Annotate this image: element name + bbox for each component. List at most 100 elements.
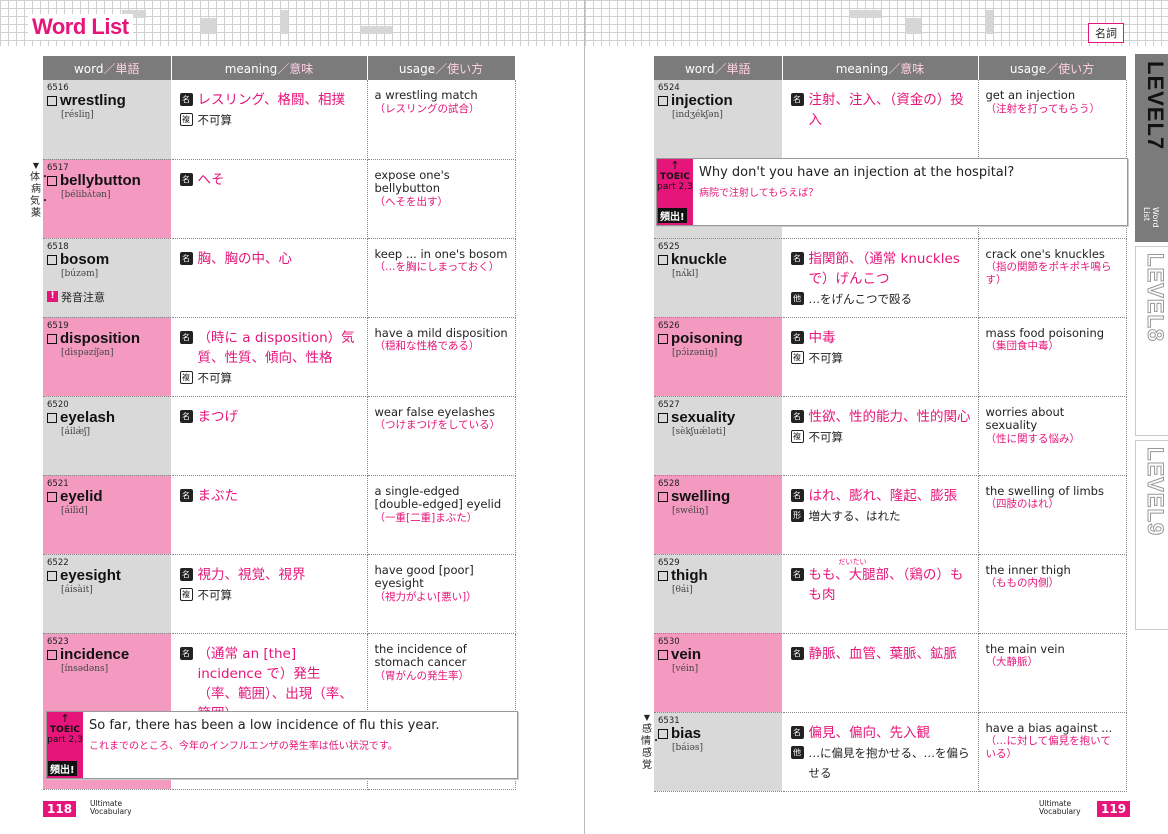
usage-cell: a single-edged [double-edged] eyelid （一重[… [367, 475, 516, 555]
table-row: 6516 wrestling [résliŋ] 名レスリング、格闘、相撲 複不可… [43, 80, 516, 160]
checkbox[interactable] [47, 254, 57, 265]
page-title: Word List [28, 14, 133, 40]
meaning-cell: 名まつげ [171, 396, 368, 476]
pronunciation: [áisàit] [61, 584, 93, 595]
word-cell: 6517 bellybutton [bélibʌ̀tən] [43, 159, 172, 239]
table-row: 6521 eyelid [áilìd] 名まぶた a single-edged … [43, 475, 516, 555]
usage-cell: have a mild disposition （穏和な性格である） [367, 317, 516, 397]
checkbox[interactable] [47, 333, 57, 344]
frequency-badge: 頻出! [48, 761, 77, 776]
usage-cell: mass food poisoning （集団食中毒） [978, 317, 1127, 397]
column-header-meaning: meaning／意味 [782, 56, 979, 80]
toeic-label: ↑ TOEIC part 2,3 頻出! [47, 712, 83, 778]
checkbox[interactable] [47, 412, 57, 423]
noun-badge-icon: 名 [179, 488, 193, 502]
verb-badge-icon: 他 [790, 291, 804, 305]
checkbox[interactable] [658, 649, 668, 660]
headword: injection [671, 92, 733, 109]
usage-cell: the inner thigh （ももの内側） [978, 554, 1127, 634]
pronunciation: [báiəs] [672, 742, 703, 753]
checkbox[interactable] [658, 412, 668, 423]
noun-badge-icon: 名 [790, 567, 804, 581]
checkbox[interactable] [47, 491, 57, 502]
headword: knuckle [671, 250, 727, 268]
word-cell: 6519 disposition [dìspəzíʃən] [43, 317, 172, 397]
part-of-speech-tag: 名詞 [1088, 23, 1124, 43]
tab-level9[interactable]: LEVEL9 [1135, 440, 1168, 630]
page-number: 118 [43, 801, 77, 817]
meaning-cell: 名静脈、血管、葉脈、鉱脈 [782, 633, 979, 713]
example-japanese: これまでのところ、今年のインフルエンザの発生率は低い状況です。 [89, 741, 398, 752]
plural-badge-icon: 複 [179, 370, 193, 384]
usage-cell: worries about sexuality （性に関する悩み） [978, 396, 1127, 476]
word-cell: 6521 eyelid [áilìd] [43, 475, 172, 555]
tab-level8[interactable]: LEVEL8 [1135, 246, 1168, 436]
checkbox[interactable] [658, 96, 668, 106]
pronunciation: [véin] [672, 663, 699, 674]
table-row: 6528 swelling [swéliŋ] 名はれ、膨れ、隆起、膨張 形増大す… [654, 475, 1127, 555]
grid-decoration [200, 18, 216, 34]
pronunciation: [swéliŋ] [672, 505, 709, 516]
usage-cell: a wrestling match （レスリングの試合） [367, 80, 516, 160]
usage-cell: have a bias against ... （…に対して偏見を抱いている） [978, 712, 1127, 792]
usage-cell: the swelling of limbs （四肢のはれ） [978, 475, 1127, 555]
table-row: 6518 bosom [búzəm] ! 発音注意 名胸、胸の中、心 keep .… [43, 238, 516, 318]
checkbox[interactable] [47, 649, 57, 660]
pronunciation: [bélibʌ̀tən] [61, 189, 111, 200]
meaning-cell: 名偏見、偏向、先入観 他 …に偏見を抱かせる、…を偏らせる [782, 712, 979, 792]
checkbox[interactable] [658, 491, 668, 502]
meaning-cell: だいたい 名もも、大腿部、（鶏の）もも肉 [782, 554, 979, 634]
table-row: 6529 thigh [θái] だいたい 名もも、大腿部、（鶏の）もも肉 th… [654, 554, 1127, 634]
checkbox[interactable] [658, 570, 668, 581]
word-cell: 6522 eyesight [áisàit] [43, 554, 172, 634]
column-header-word: word／単語 [654, 56, 783, 80]
noun-badge-icon: 名 [179, 567, 193, 581]
noun-badge-icon: 名 [790, 725, 804, 739]
left-page: Word List word／単語 meaning／意味 usage／使い方 6… [0, 0, 584, 834]
noun-badge-icon: 名 [790, 409, 804, 423]
grid-band [585, 0, 1168, 46]
word-cell: 6518 bosom [búzəm] ! 発音注意 [43, 238, 172, 318]
adjective-badge-icon: 形 [790, 508, 804, 522]
headword: disposition [60, 329, 140, 347]
headword: incidence [60, 645, 130, 663]
noun-badge-icon: 名 [179, 330, 193, 344]
grid-decoration [905, 18, 921, 34]
pronunciation-note: ! 発音注意 [47, 289, 105, 305]
checkbox[interactable] [47, 570, 57, 581]
noun-badge-icon: 名 [179, 409, 193, 423]
headword: bosom [60, 250, 110, 268]
meaning-cell: 名（時に a disposition）気質、性質、傾向、性格 複不可算 [171, 317, 368, 397]
table-row: 6519 disposition [dìspəzíʃən] 名（時に a dis… [43, 317, 516, 397]
tab-level7[interactable]: LEVEL7 Word List [1135, 54, 1168, 242]
table-row: 6530 vein [véin] 名静脈、血管、葉脈、鉱脈 the main v… [654, 633, 1127, 713]
column-header-usage: usage／使い方 [978, 56, 1127, 80]
column-header-usage: usage／使い方 [367, 56, 516, 80]
headword: eyelash [60, 408, 116, 426]
triangle-down-icon: ▼ [32, 161, 40, 170]
noun-badge-icon: 名 [179, 251, 193, 265]
pronunciation: [áilæ̀ʃ] [61, 426, 91, 437]
meaning-cell: 名胸、胸の中、心 [171, 238, 368, 318]
checkbox[interactable] [47, 96, 57, 106]
meaning-cell: 名レスリング、格闘、相撲 複不可算 [171, 80, 368, 160]
word-cell: 6526 poisoning [pɔ́izəniŋ] [654, 317, 783, 397]
up-arrow-icon: ↑ [670, 159, 680, 172]
example-english: So far, there has been a low incidence o… [89, 718, 440, 733]
checkbox[interactable] [658, 333, 668, 344]
headword: eyesight [60, 566, 121, 584]
example-japanese: 病院で注射してもらえば？ [699, 188, 819, 199]
series-name: Ultimate Vocabulary [90, 799, 132, 816]
plural-badge-icon: 複 [790, 429, 804, 443]
table-row: 6522 eyesight [áisàit] 名視力、視覚、視界 複不可算 ha… [43, 554, 516, 634]
meaning-cell: 名視力、視覚、視界 複不可算 [171, 554, 368, 634]
word-cell: 6516 wrestling [résliŋ] [43, 80, 172, 160]
meaning-cell: 名まぶた [171, 475, 368, 555]
plural-badge-icon: 複 [179, 587, 193, 601]
checkbox[interactable] [658, 254, 668, 265]
noun-badge-icon: 名 [179, 172, 193, 186]
up-arrow-icon: ↑ [60, 712, 70, 725]
usage-cell: expose one's bellybutton （へそを出す） [367, 159, 516, 239]
word-cell: 6527 sexuality [sèkʃuǽləti] [654, 396, 783, 476]
headword: bellybutton [60, 171, 141, 189]
